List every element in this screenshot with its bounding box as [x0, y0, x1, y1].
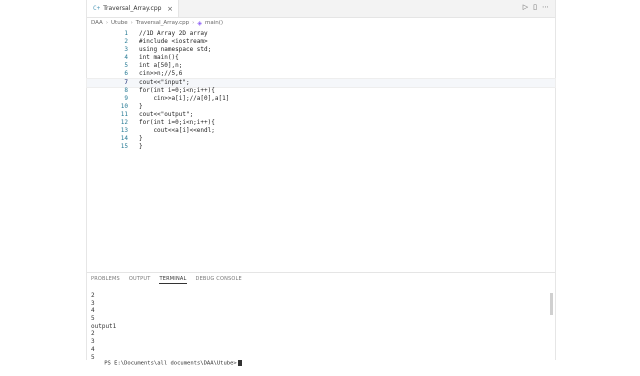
terminal-line: 2 — [91, 330, 95, 338]
code-line[interactable]: 10} — [87, 103, 555, 111]
terminal-line: output1 — [91, 322, 117, 330]
chevron-right-icon: › — [105, 20, 109, 26]
code-line[interactable]: 9 cin>>a[i];//a[0],a[1] — [87, 95, 555, 103]
left-frame — [0, 0, 86, 360]
breadcrumb: DAA › Utube › Traversal_Array.cpp › ◈ ma… — [87, 17, 555, 29]
line-number: 12 — [120, 119, 128, 127]
code-line[interactable]: 12 for(int i=0;i<n;i++){ — [87, 119, 555, 127]
code-line[interactable]: 14} — [87, 135, 555, 143]
right-frame — [554, 0, 640, 360]
panel-tabs: PROBLEMS OUTPUT TERMINAL DEBUG CONSOLE — [91, 276, 242, 284]
terminal-scrollbar[interactable] — [550, 293, 553, 315]
line-number: 8 — [124, 86, 128, 94]
bottom-panel: PROBLEMS OUTPUT TERMINAL DEBUG CONSOLE 2… — [87, 272, 555, 361]
terminal-cursor — [237, 359, 242, 366]
line-number: 3 — [124, 46, 128, 54]
breadcrumb-item[interactable]: Utube — [111, 20, 128, 26]
line-number: 6 — [124, 70, 128, 78]
code-line[interactable]: 3 using namespace std; — [87, 46, 555, 54]
code-text: cout<<"input"; — [139, 78, 190, 86]
cpp-file-icon: C+ — [93, 5, 101, 12]
tab-bar: C+ Traversal_Array.cpp × ▷ ▯ ⋯ — [87, 0, 555, 18]
terminal-line: 4 — [91, 307, 95, 315]
code-text: using namespace std; — [139, 46, 212, 54]
code-text: int a[50],n; — [139, 62, 183, 70]
line-number: 7 — [124, 78, 128, 86]
line-number: 13 — [120, 127, 128, 135]
breadcrumb-item[interactable]: Traversal_Array.cpp — [136, 20, 189, 26]
terminal-output[interactable]: 2 3 4 5 output1 2 3 4 5 — [91, 292, 116, 361]
line-number: 5 — [124, 62, 128, 70]
line-number: 15 — [120, 143, 128, 151]
code-text: for(int i=0;i<n;i++){ — [139, 119, 215, 127]
tab-debug-console[interactable]: DEBUG CONSOLE — [196, 276, 242, 284]
code-line[interactable]: 4 int main(){ — [87, 54, 555, 62]
breadcrumb-item[interactable]: DAA — [91, 20, 103, 26]
code-line[interactable]: 1 //1D Array 2D array — [87, 30, 555, 38]
line-number: 9 — [124, 94, 128, 102]
editor-tab[interactable]: C+ Traversal_Array.cpp × — [87, 0, 179, 17]
code-line[interactable]: 15} — [87, 143, 555, 151]
code-text: cout<<a[i]<<endl; — [139, 127, 215, 135]
tab-label: Traversal_Array.cpp — [103, 5, 162, 12]
tab-output[interactable]: OUTPUT — [129, 276, 151, 284]
split-editor-icon[interactable]: ▯ — [533, 3, 537, 11]
terminal-line: 5 — [91, 315, 95, 323]
function-icon: ◈ — [197, 19, 202, 27]
editor-toolbar: ▷ ▯ ⋯ — [523, 3, 549, 11]
more-icon[interactable]: ⋯ — [542, 3, 549, 11]
chevron-right-icon: › — [130, 20, 133, 26]
code-line[interactable]: 6 cin>>n;//5,6 — [87, 70, 555, 78]
terminal-prompt[interactable]: PS E:\Documents\all documents\DAA\Utube> — [91, 352, 242, 366]
code-text: //1D Array 2D array — [139, 30, 208, 37]
code-text: } — [139, 135, 143, 143]
line-number: 10 — [120, 102, 128, 110]
code-editor[interactable]: 1 //1D Array 2D array 2 #include <iostream… — [86, 30, 556, 151]
code-line[interactable]: 8 for(int i=0;i<n;i++){ — [87, 87, 555, 95]
code-text: } — [139, 102, 143, 110]
code-line-current[interactable]: 7 cout<<"input"; — [86, 77, 556, 88]
line-number: 4 — [124, 54, 128, 62]
code-text: #include <iostream> — [139, 38, 208, 46]
terminal-line: 3 — [91, 338, 95, 346]
line-number: 14 — [120, 135, 128, 143]
prompt-text: PS E:\Documents\all documents\DAA\Utube> — [104, 360, 237, 367]
chevron-right-icon: › — [192, 20, 195, 26]
line-number: 1 — [124, 30, 128, 37]
code-line[interactable]: 2 #include <iostream> — [87, 38, 555, 46]
close-icon[interactable]: × — [167, 5, 173, 13]
breadcrumb-item[interactable]: main() — [205, 20, 223, 26]
run-icon[interactable]: ▷ — [523, 3, 528, 11]
tab-problems[interactable]: PROBLEMS — [91, 276, 120, 284]
code-line[interactable]: 11 cout<<"output"; — [87, 111, 555, 119]
terminal-line: 3 — [91, 299, 95, 307]
code-text: int main(){ — [139, 54, 179, 62]
code-line[interactable]: 5 int a[50],n; — [87, 62, 555, 70]
line-number: 2 — [124, 38, 128, 46]
line-number: 11 — [120, 110, 128, 118]
code-line[interactable]: 13 cout<<a[i]<<endl; — [87, 127, 555, 135]
code-text: } — [139, 143, 143, 151]
code-text: cout<<"output"; — [139, 110, 194, 118]
code-text: cin>>n;//5,6 — [139, 70, 183, 78]
code-text: for(int i=0;i<n;i++){ — [139, 86, 215, 94]
code-text: cin>>a[i];//a[0],a[1] — [139, 94, 230, 102]
terminal-line: 2 — [91, 292, 95, 299]
tab-terminal[interactable]: TERMINAL — [159, 276, 187, 284]
editor-window: C+ Traversal_Array.cpp × ▷ ▯ ⋯ DAA › Utu… — [86, 0, 556, 366]
